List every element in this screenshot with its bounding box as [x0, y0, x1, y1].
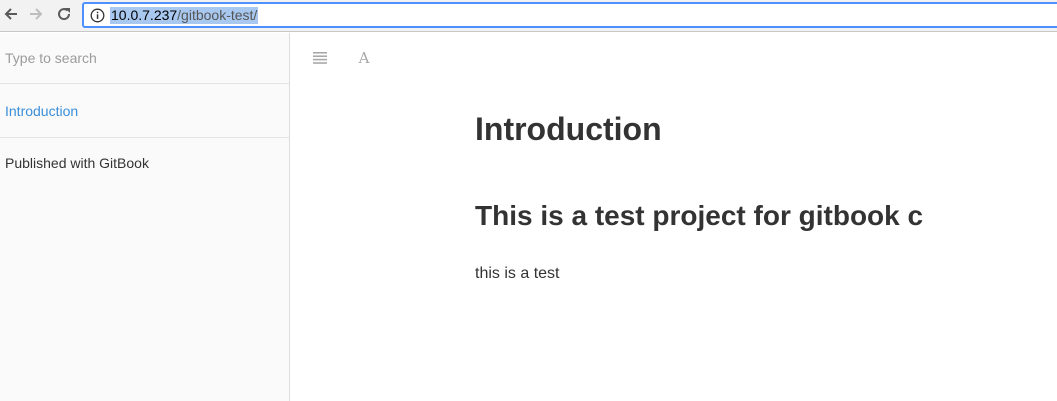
- reload-button[interactable]: [53, 3, 75, 25]
- reload-icon: [58, 8, 71, 21]
- menu-icon: [313, 52, 327, 64]
- browser-toolbar: 10.0.7.237/gitbook-test/: [0, 0, 1057, 32]
- sidebar-item-published-with-gitbook[interactable]: Published with GitBook: [0, 138, 289, 188]
- info-icon[interactable]: [90, 8, 105, 23]
- url-text[interactable]: 10.0.7.237/gitbook-test/: [110, 7, 259, 24]
- toggle-summary-button[interactable]: [309, 47, 331, 69]
- back-arrow-icon: [4, 8, 17, 20]
- book-header: A: [291, 33, 1057, 83]
- address-bar[interactable]: 10.0.7.237/gitbook-test/: [82, 2, 1057, 28]
- page-title: Introduction: [475, 111, 662, 147]
- font-settings-button[interactable]: A: [353, 47, 375, 69]
- forward-arrow-icon: [30, 8, 43, 20]
- url-path: /gitbook-test/: [177, 7, 258, 23]
- sidebar-item-introduction[interactable]: Introduction: [0, 84, 289, 138]
- section-heading: This is a test project for gitbook c: [475, 200, 924, 231]
- book-summary-sidebar: Introduction Published with GitBook: [0, 33, 290, 401]
- search-box: [0, 33, 289, 84]
- body-paragraph: this is a test: [475, 265, 560, 282]
- search-input[interactable]: [0, 33, 289, 83]
- back-button[interactable]: [0, 3, 22, 25]
- forward-button[interactable]: [25, 3, 47, 25]
- page-content: Introduction This is a test project for …: [475, 83, 1057, 401]
- url-host: 10.0.7.237: [111, 7, 178, 23]
